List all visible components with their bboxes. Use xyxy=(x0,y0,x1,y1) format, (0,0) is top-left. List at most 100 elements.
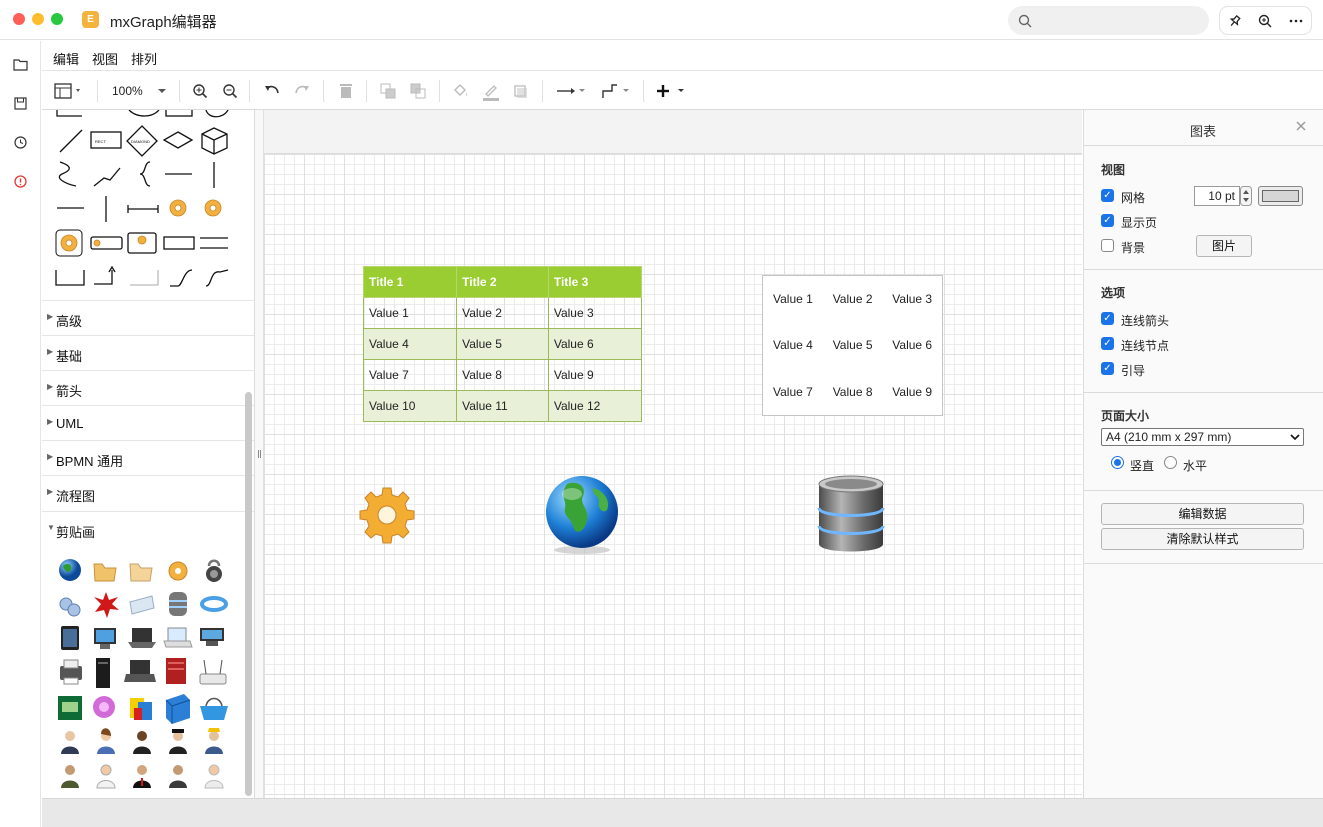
grid-color-button[interactable] xyxy=(1258,186,1303,206)
section-basic[interactable]: ▶ 基础 xyxy=(42,335,254,370)
actions-section: 编辑数据 清除默认样式 xyxy=(1084,491,1323,564)
plain-table[interactable]: Value 1 Value 2 Value 3 Value 4 Value 5 … xyxy=(762,275,943,416)
page-size-section: 页面大小 A4 (210 mm x 297 mm) 竖直 水平 xyxy=(1084,393,1323,491)
view-section: 视图 ✓ 网格 10 pt ✓ 显示页 背景 图片 xyxy=(1084,146,1323,270)
table-cell: Value 4 xyxy=(362,328,458,360)
close-window-button[interactable] xyxy=(13,13,25,25)
layout-panel-button[interactable] xyxy=(54,80,84,102)
shadow-icon[interactable] xyxy=(513,80,529,102)
section-bpmn[interactable]: ▶ BPMN 通用 xyxy=(42,440,254,475)
redo-icon[interactable] xyxy=(293,80,311,102)
folder-icon[interactable] xyxy=(12,56,29,73)
edit-data-button[interactable]: 编辑数据 xyxy=(1101,503,1304,525)
clipart-row-2 xyxy=(59,592,228,618)
background-label: 背景 xyxy=(1121,241,1146,255)
pin-icon[interactable] xyxy=(1228,14,1242,28)
section-arrows[interactable]: ▶ 箭头 xyxy=(42,370,254,405)
show-page-checkbox[interactable]: ✓ xyxy=(1101,214,1114,227)
connection-arrows-checkbox[interactable]: ✓ xyxy=(1101,312,1114,325)
table-row: Value 4 Value 5 Value 6 xyxy=(362,328,643,360)
guides-checkbox[interactable]: ✓ xyxy=(1101,362,1114,375)
section-uml[interactable]: ▶ UML xyxy=(42,405,254,440)
window-actions xyxy=(1219,6,1312,35)
table-cell: Value 3 xyxy=(547,297,643,329)
to-front-icon[interactable] xyxy=(380,80,396,102)
to-back-icon[interactable] xyxy=(410,80,426,102)
view-heading: 视图 xyxy=(1101,163,1126,177)
section-advanced[interactable]: ▶ 高级 xyxy=(42,300,254,335)
background-checkbox[interactable] xyxy=(1101,239,1114,252)
landscape-radio[interactable] xyxy=(1164,456,1177,469)
search-field[interactable] xyxy=(1008,6,1209,35)
grid-checkbox[interactable]: ✓ xyxy=(1101,189,1114,202)
general-shapes-palette[interactable]: RECT DIAMOND xyxy=(42,110,255,300)
diagram-canvas[interactable]: Title 1 Title 2 Title 3 Value 1 Value 2 … xyxy=(264,110,1082,798)
more-icon[interactable] xyxy=(1289,14,1303,28)
format-panel: 图表 视图 ✓ 网格 10 pt ✓ 显示页 背景 图片 选项 ✓ 连线箭头 ✓… xyxy=(1083,110,1323,798)
table-cell: Value 1 xyxy=(362,297,458,329)
table-row: Value 7 Value 8 Value 9 xyxy=(362,359,643,391)
table-cell: Value 9 xyxy=(547,359,643,391)
waypoint-icon[interactable] xyxy=(600,80,632,102)
table-row: Value 10 Value 11 Value 12 xyxy=(362,390,643,422)
table-row: Value 7 Value 8 Value 9 xyxy=(763,369,943,416)
save-icon[interactable] xyxy=(12,95,29,112)
table-header-row: Title 1 Title 2 Title 3 xyxy=(362,266,643,298)
green-table[interactable]: Title 1 Title 2 Title 3 Value 1 Value 2 … xyxy=(362,266,643,422)
grid-size-stepper[interactable] xyxy=(1240,186,1252,206)
rect-shape-label: RECT xyxy=(95,139,106,144)
section-flowchart[interactable]: ▶ 流程图 xyxy=(42,475,254,510)
page-size-heading: 页面大小 xyxy=(1101,409,1150,423)
fill-color-icon[interactable] xyxy=(452,80,470,102)
table-cell: Value 5 xyxy=(832,338,873,353)
grid-label: 网格 xyxy=(1121,191,1146,205)
zoom-select[interactable]: 100% xyxy=(112,80,169,102)
close-icon[interactable] xyxy=(1296,121,1306,131)
clear-default-style-button[interactable]: 清除默认样式 xyxy=(1101,528,1304,550)
minimize-window-button[interactable] xyxy=(32,13,44,25)
grid-size-input[interactable]: 10 pt xyxy=(1194,186,1240,206)
show-page-label: 显示页 xyxy=(1121,216,1158,230)
table-cell: Value 9 xyxy=(892,384,933,399)
menu-arrange[interactable]: 排列 xyxy=(131,49,157,68)
line-color-icon[interactable] xyxy=(482,80,500,102)
page-size-value: A4 (210 mm x 297 mm) xyxy=(1106,430,1232,444)
zoom-in-icon[interactable] xyxy=(192,80,208,102)
people-clipart-rows xyxy=(61,728,224,789)
menu-edit[interactable]: 编辑 xyxy=(53,49,79,68)
globe-icon[interactable] xyxy=(545,474,619,556)
connection-arrow-icon[interactable] xyxy=(556,80,588,102)
window-title: mxGraph编辑器 xyxy=(110,14,217,31)
connection-points-checkbox[interactable]: ✓ xyxy=(1101,337,1114,350)
clipart-row-4 xyxy=(60,658,227,688)
table-row: Value 1 Value 2 Value 3 xyxy=(362,297,643,329)
menu-view[interactable]: 视图 xyxy=(92,49,118,68)
sidebar-splitter[interactable] xyxy=(255,110,264,798)
insert-plus-icon[interactable] xyxy=(655,80,689,102)
background-image-button[interactable]: 图片 xyxy=(1196,235,1252,257)
history-icon[interactable] xyxy=(12,134,29,151)
gear-icon[interactable] xyxy=(359,484,415,548)
zoom-icon[interactable] xyxy=(1258,14,1272,28)
zoom-out-icon[interactable] xyxy=(222,80,238,102)
table-cell: Value 8 xyxy=(456,359,549,391)
undo-icon[interactable] xyxy=(263,80,281,102)
section-clipart[interactable]: ▼ 剪贴画 xyxy=(42,511,254,546)
table-cell: Value 6 xyxy=(547,328,643,360)
table-cell: Value 6 xyxy=(892,338,933,353)
clipart-row-5 xyxy=(58,694,228,724)
table-cell: Value 7 xyxy=(773,384,813,399)
page-size-select[interactable]: A4 (210 mm x 297 mm) xyxy=(1101,428,1304,446)
info-alert-icon[interactable] xyxy=(12,173,29,190)
delete-icon[interactable] xyxy=(338,80,354,102)
maximize-window-button[interactable] xyxy=(51,13,63,25)
portrait-label: 竖直 xyxy=(1130,459,1155,473)
sidebar-scrollbar[interactable] xyxy=(245,392,252,796)
diagram-page[interactable]: Title 1 Title 2 Title 3 Value 1 Value 2 … xyxy=(264,153,1082,798)
table-cell: Value 10 xyxy=(362,390,458,422)
clipart-palette[interactable] xyxy=(50,550,250,798)
portrait-radio[interactable] xyxy=(1111,456,1124,469)
menu-bar: 编辑 视图 排列 xyxy=(42,41,1323,71)
table-header-cell: Title 3 xyxy=(547,266,643,298)
database-icon[interactable] xyxy=(816,474,886,556)
